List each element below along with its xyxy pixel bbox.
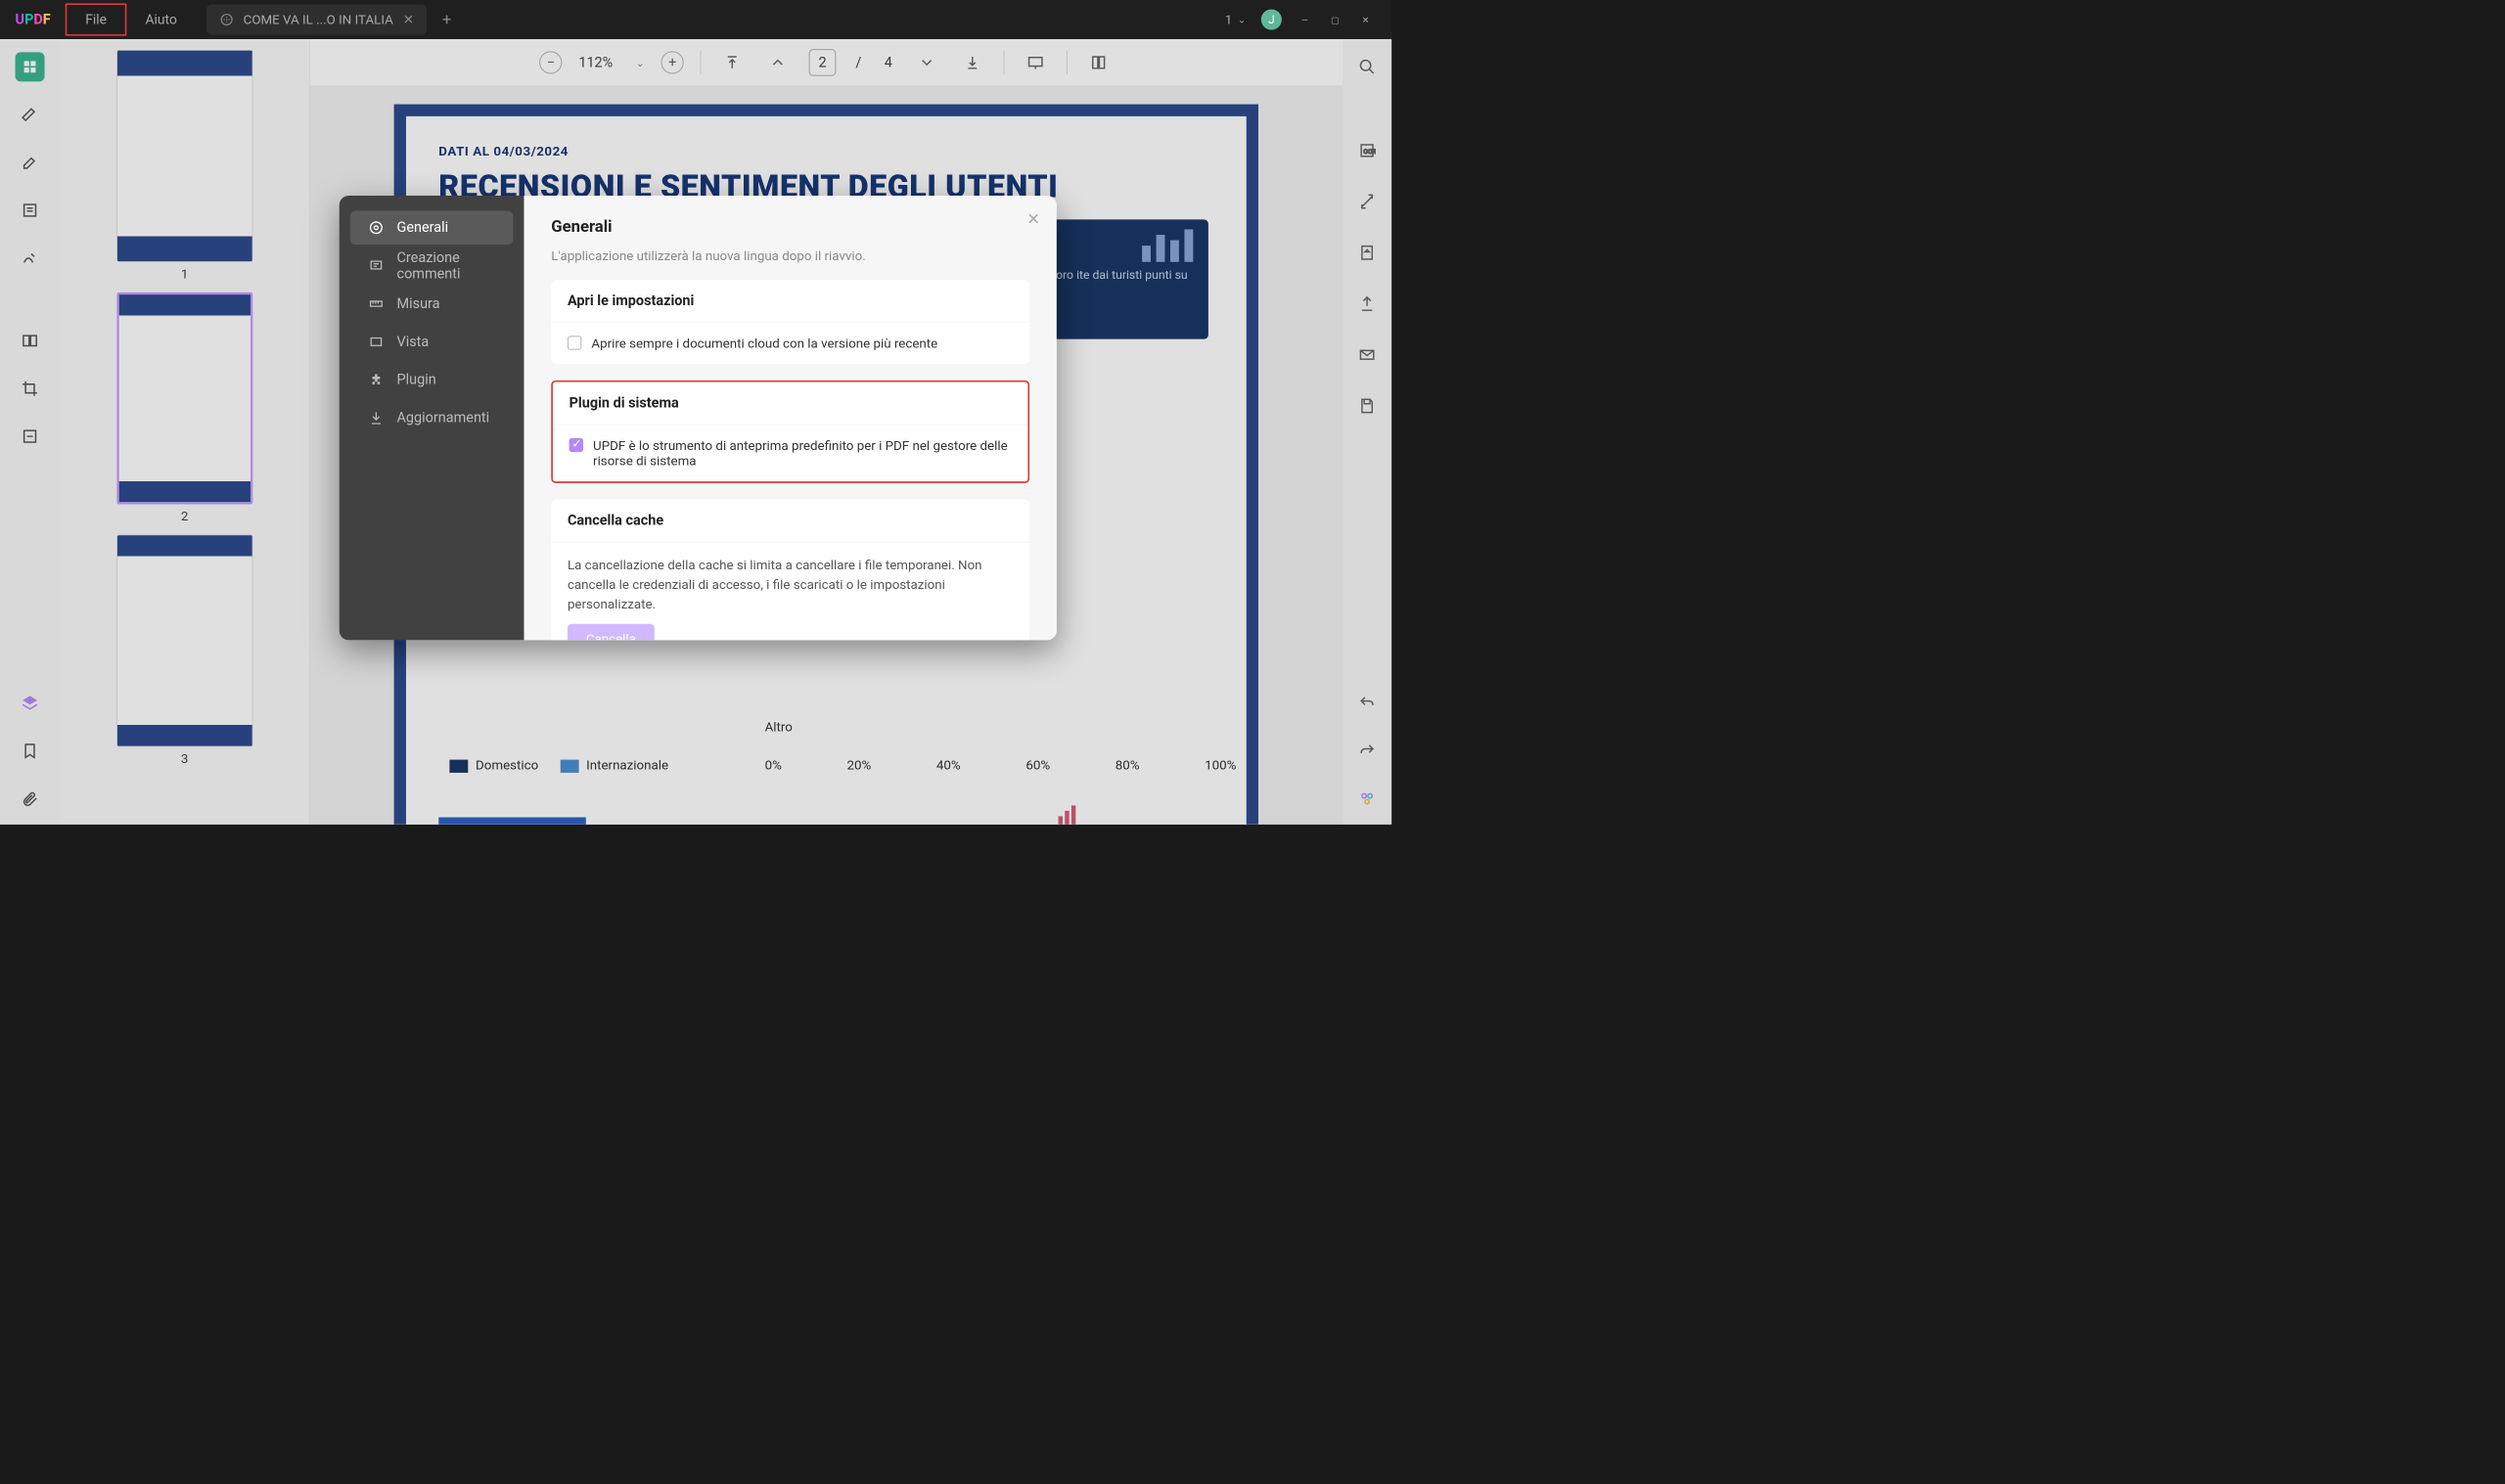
settings-dialog: Generali Creazione commenti Misura Vista… xyxy=(340,196,1057,640)
menu-help[interactable]: Aiuto xyxy=(127,3,196,35)
dialog-close-icon[interactable]: ✕ xyxy=(1026,209,1040,228)
section-clear-cache: Cancella cache La cancellazione della ca… xyxy=(551,500,1029,641)
cloud-recent-checkbox[interactable] xyxy=(568,336,581,349)
settings-tab-updates[interactable]: Aggiornamenti xyxy=(350,401,514,434)
settings-tab-view[interactable]: Vista xyxy=(350,325,514,358)
settings-body: Generali ✕ L'applicazione utilizzerà la … xyxy=(524,196,1057,640)
menu-bar: File Aiuto xyxy=(66,0,196,39)
clear-cache-button[interactable]: Cancella xyxy=(568,624,655,641)
section-system-plugin: Plugin di sistema UPDF è lo strumento di… xyxy=(551,381,1029,483)
maximize-button[interactable]: ▢ xyxy=(1328,12,1344,27)
notification-badge[interactable]: 1⌄ xyxy=(1225,12,1246,27)
document-tab[interactable]: COME VA IL ...O IN ITALIA ✕ xyxy=(206,4,427,34)
settings-tab-measure[interactable]: Misura xyxy=(350,287,514,320)
close-button[interactable]: ✕ xyxy=(1358,12,1374,27)
new-tab-button[interactable]: + xyxy=(442,10,451,28)
user-avatar[interactable]: J xyxy=(1261,9,1282,29)
chevron-down-icon: ⌄ xyxy=(1238,14,1246,25)
settings-sidebar: Generali Creazione commenti Misura Vista… xyxy=(340,196,524,640)
settings-tab-general[interactable]: Generali xyxy=(350,211,514,245)
settings-tab-comments[interactable]: Creazione commenti xyxy=(350,248,514,282)
settings-title: Generali xyxy=(551,217,1029,236)
settings-tab-plugin[interactable]: Plugin xyxy=(350,363,514,396)
document-icon xyxy=(219,13,233,26)
titlebar: UPDF File Aiuto COME VA IL ...O IN ITALI… xyxy=(0,0,1391,39)
minimize-button[interactable]: — xyxy=(1297,12,1312,27)
default-preview-checkbox[interactable] xyxy=(569,438,583,452)
tab-title: COME VA IL ...O IN ITALIA xyxy=(244,12,393,27)
main-area: OCR 1 2 3 − 112% ⌄ + xyxy=(0,39,1391,825)
language-hint: L'applicazione utilizzerà la nuova lingu… xyxy=(551,248,1029,264)
menu-file[interactable]: File xyxy=(66,3,127,35)
section-open-settings: Apri le impostazioni Aprire sempre i doc… xyxy=(551,280,1029,364)
app-logo: UPDF xyxy=(0,12,66,28)
tab-close-icon[interactable]: ✕ xyxy=(403,12,414,27)
